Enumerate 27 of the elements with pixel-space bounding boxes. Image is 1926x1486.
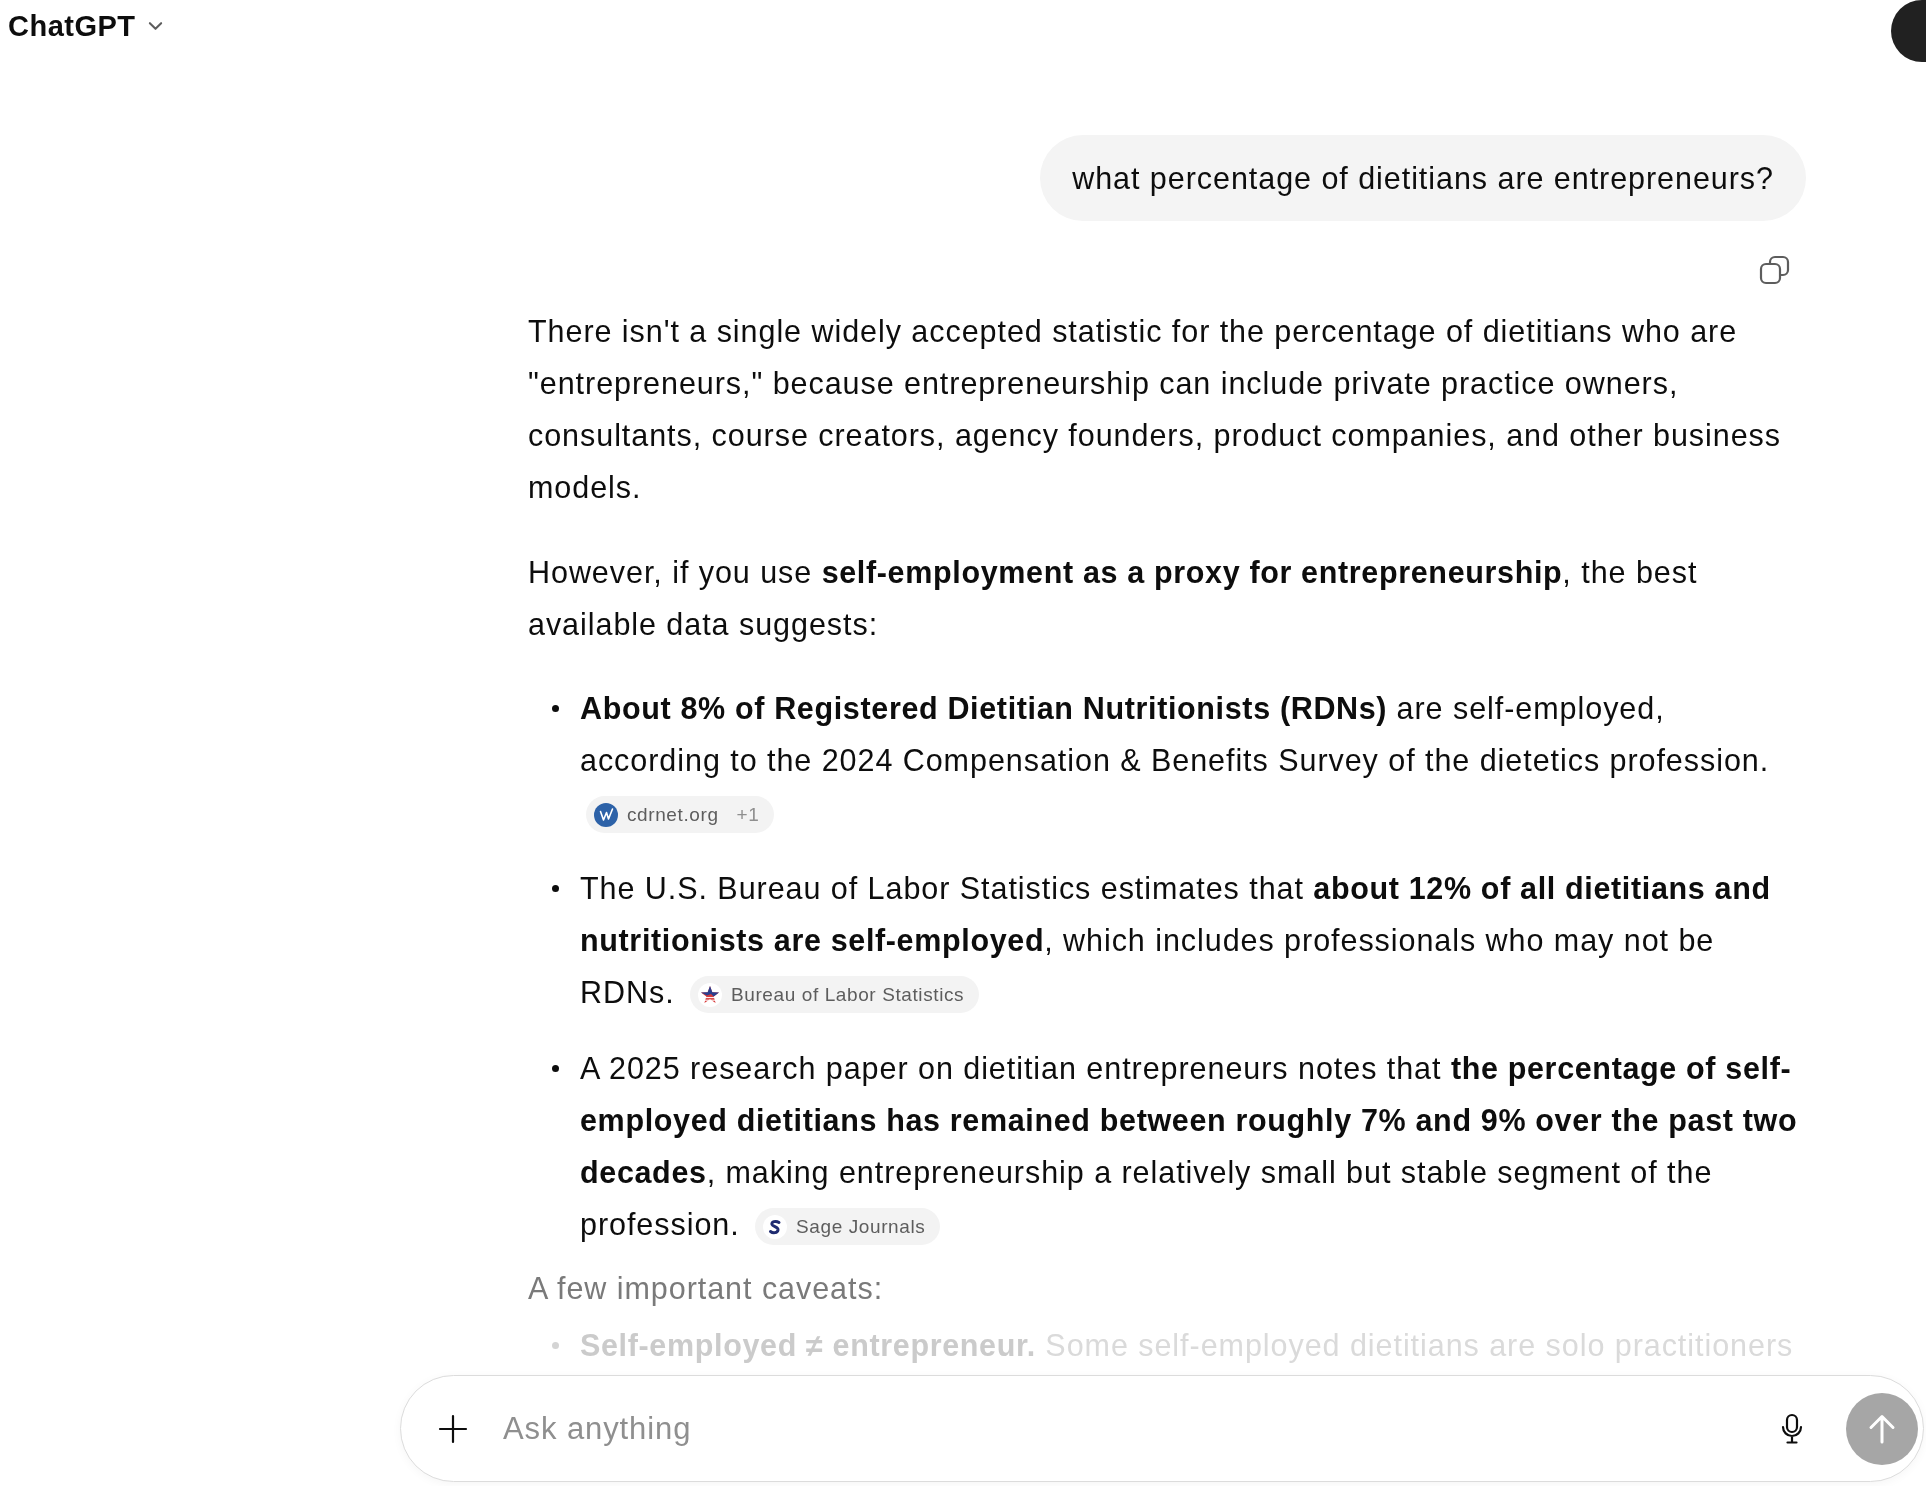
bullet-text: A 2025 research paper on dietitian entrepreneurs notes that the percentage of self-employed dietitians has remained between roughly 7% and 9% over the past two decades, making entrepreneurship a relatively small but stable segment of the profession. Sage Journals [580, 1042, 1808, 1250]
bullet-text: The U.S. Bureau of Labor Statistics estimates that about 12% of all dietitians and nutritionists are self-employed, which includes professionals who may not be RDNs. Bureau of Labor Statistics [580, 862, 1808, 1018]
star-logo-icon [698, 982, 722, 1007]
assistant-paragraph: However, if you use self-employment as a proxy for entrepreneurship, the best available data suggests: [528, 554, 1699, 644]
citation-chip[interactable]: Bureau of Labor Statistics [690, 976, 980, 1014]
bullet-icon [552, 1065, 559, 1072]
microphone-icon [1781, 1412, 1803, 1445]
arrow-up-icon [1868, 1413, 1896, 1444]
bullet-icon [552, 705, 559, 712]
citation-chip[interactable]: cdrnet.org +1 [586, 796, 775, 834]
w-logo-icon [594, 802, 618, 827]
model-selector[interactable]: ChatGPT [0, 0, 171, 52]
copy-icon [1759, 254, 1791, 286]
assistant-paragraph: There isn't a single widely accepted statistic for the percentage of dietitians who are "entrepreneurs," because entrepreneurship can include private practice owners, consultants, course creators, agency founders, product companies, and other business models. [528, 313, 1783, 506]
profile-avatar[interactable] [1891, 0, 1926, 62]
bullet-icon [552, 885, 559, 892]
user-message: what percentage of dietitians are entrepreneurs? [1040, 135, 1806, 221]
citation-chip[interactable]: Sage Journals [755, 1208, 941, 1246]
message-input[interactable]: Ask anything [503, 1403, 1775, 1454]
bullet-icon [552, 1342, 559, 1349]
composer-bar[interactable]: Ask anything [400, 1375, 1924, 1482]
chevron-down-icon [147, 21, 163, 31]
copy-button[interactable] [1759, 254, 1791, 286]
plus-icon [438, 1413, 468, 1444]
s-logo-icon [763, 1214, 788, 1239]
bullet-text: About 8% of Registered Dietitian Nutritionists (RDNs) are self-employed, according to the 2024 Compensation & Benefits Survey of the dietetics profession. cdrnet.org +1 [580, 682, 1808, 838]
caveats-heading: A few important caveats: [528, 1270, 885, 1308]
